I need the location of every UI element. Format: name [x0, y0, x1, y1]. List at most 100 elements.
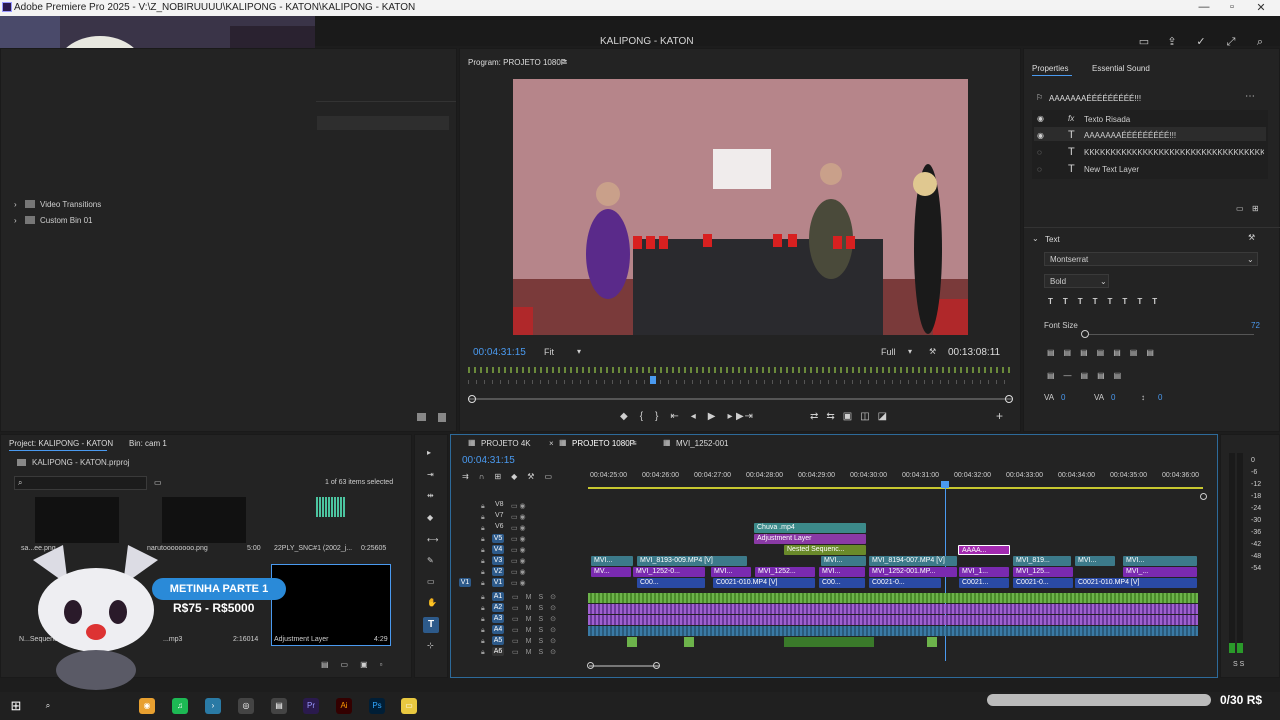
eye-icon[interactable]: ◉	[1037, 114, 1044, 123]
timeline-clip[interactable]: MVI_1252-001.MP...	[869, 567, 957, 577]
spotify-icon[interactable]: ♫	[172, 698, 188, 714]
track-target-a3[interactable]: A3	[492, 614, 504, 623]
type-tool-icon[interactable]: T	[423, 617, 439, 633]
track-select-icon[interactable]: ⇥	[427, 470, 434, 479]
track-eye-icons[interactable]: ▭ ◉ ▭ ◉ ▭ ◉ ▭ ◉ ▭ ◉ ▭ ◉ ▭ ◉ ▭ ◉	[511, 501, 526, 589]
scroll-handle-right[interactable]	[653, 662, 660, 669]
panel-menu-icon[interactable]: ≡	[632, 439, 637, 448]
play-icon[interactable]: ▶	[736, 411, 744, 422]
new-search-bin-icon[interactable]: ▭	[154, 478, 162, 487]
track-target-v2[interactable]: V2	[492, 567, 504, 576]
hand-icon[interactable]: ✋	[427, 598, 437, 607]
wrench-icon[interactable]: ⚒	[1248, 233, 1255, 242]
search-icon[interactable]: ⌕	[40, 698, 56, 714]
timeline-clip[interactable]: MVI_819...	[1013, 556, 1071, 566]
audio-clip-a5[interactable]	[927, 637, 937, 647]
timeline-clip[interactable]: MVI_1252-0...	[633, 567, 705, 577]
tree-item-video-transitions[interactable]: Video Transitions	[40, 200, 101, 209]
item-name[interactable]: Adjustment Layer	[274, 636, 328, 643]
track-target-a1[interactable]: A1	[492, 592, 504, 601]
audio-clip-a5[interactable]	[684, 637, 694, 647]
terminal-icon[interactable]: ›	[205, 698, 221, 714]
search-input[interactable]: ⌕	[14, 476, 147, 490]
timeline-clip[interactable]: C00...	[819, 578, 865, 588]
file-explorer-icon[interactable]: ▭	[401, 698, 417, 714]
timeline-clip[interactable]: MVI_1...	[959, 567, 1009, 577]
share-icon[interactable]: ⇪	[1166, 36, 1178, 48]
font-select[interactable]: Montserrat ⌄	[1044, 252, 1258, 266]
timeline-timecode[interactable]: 00:04:31:15	[462, 455, 515, 466]
layer-item[interactable]: Texto Risada	[1084, 115, 1130, 124]
close-tab-icon[interactable]: ×	[549, 439, 554, 448]
playhead-handle[interactable]	[941, 481, 949, 488]
project-panel-title[interactable]: Project: KALIPONG - KATON	[9, 439, 113, 448]
timeline-clip[interactable]: MVI...	[1123, 556, 1197, 566]
tree-item-custom-bin[interactable]: Custom Bin 01	[40, 216, 92, 225]
chrome-icon[interactable]: ◉	[139, 698, 155, 714]
timeline-clip[interactable]: Nested Sequenc...	[784, 545, 866, 555]
panel-menu-icon[interactable]: ≡	[562, 57, 567, 67]
ripple-edit-icon[interactable]: ⇹	[427, 491, 434, 500]
timeline-clip[interactable]: MVI...	[819, 567, 865, 577]
font-size-value[interactable]: 72	[1251, 321, 1260, 330]
timeline-clip[interactable]: C0021-0...	[869, 578, 941, 588]
audio-clip-a2[interactable]	[588, 604, 1198, 614]
timeline-clip[interactable]: C00...	[637, 578, 705, 588]
track-target-v1[interactable]: V1	[492, 578, 504, 587]
new-bin-icon[interactable]	[417, 413, 426, 421]
timeline-clip[interactable]: MVI...	[821, 556, 866, 566]
adjustment-layer-thumbnail[interactable]	[271, 564, 391, 646]
quality-select[interactable]: Full	[881, 347, 896, 357]
timeline-clip[interactable]: AAAA...	[958, 545, 1010, 555]
track-lock-icons[interactable]: 🔒︎ 🔒︎ 🔒︎ 🔒︎ 🔒︎ 🔒︎ 🔒︎ 🔒︎	[481, 501, 485, 589]
caption-tool-icon[interactable]: ⊹	[427, 641, 434, 650]
razor-icon[interactable]: ◆	[427, 513, 433, 522]
eye-off-icon[interactable]: ◌	[1037, 148, 1042, 157]
bin-tab[interactable]: Bin: cam 1	[129, 439, 167, 448]
program-timecode[interactable]: 00:04:31:15	[473, 347, 526, 358]
tab-essential-sound[interactable]: Essential Sound	[1092, 64, 1150, 73]
timeline-clip[interactable]: MVI...	[711, 567, 751, 577]
justify-buttons[interactable]: ▤—▤▤▤	[1047, 371, 1130, 380]
illustrator-icon[interactable]: Ai	[336, 698, 352, 714]
chevron-down-icon[interactable]: ▾	[908, 347, 912, 356]
photoshop-icon[interactable]: Ps	[369, 698, 385, 714]
timeline-clip[interactable]: MVI_8193-009.MP4 [V]	[637, 556, 747, 566]
timeline-tools[interactable]: ⇉∩⊞◆⚒▭	[462, 472, 562, 481]
chevron-down-icon[interactable]: ▾	[577, 347, 581, 356]
maximize-icon[interactable]: ▫	[1225, 1, 1239, 13]
timeline-clip[interactable]: MV...	[591, 567, 631, 577]
premiere-icon[interactable]: Pr	[303, 698, 319, 714]
audio-clip-a5[interactable]	[627, 637, 637, 647]
tracking-value[interactable]: 0	[1061, 393, 1065, 402]
track-target-a2[interactable]: A2	[492, 603, 504, 612]
app-icon[interactable]: ▤	[271, 698, 287, 714]
timeline-tab-mvi[interactable]: MVI_1252-001	[676, 439, 728, 448]
timeline-clip[interactable]: MVI_125...	[1013, 567, 1073, 577]
track-target-v4[interactable]: V4	[492, 545, 504, 554]
wrench-icon[interactable]: ⚒	[929, 347, 936, 356]
slider-handle[interactable]	[1081, 330, 1089, 338]
windows-start-icon[interactable]: ⊞	[8, 698, 24, 714]
timeline-clip[interactable]: C0021-010.MP4 [V]	[713, 578, 815, 588]
track-target-v3[interactable]: V3	[492, 556, 504, 565]
chevron-down-icon[interactable]: ⌄	[1032, 234, 1039, 243]
fullscreen-icon[interactable]: ⤢	[1225, 36, 1237, 48]
export-frame-icon[interactable]: ⇄⇆▣◫◪	[810, 411, 895, 422]
new-layer-icon[interactable]: ⊞	[1252, 204, 1259, 213]
tree-arrow-icon[interactable]: ›	[14, 200, 17, 209]
timeline-clip[interactable]: MVI...	[1075, 556, 1115, 566]
eye-icon[interactable]: ◉	[1037, 131, 1044, 140]
align-buttons[interactable]: ▤▤▤▤▤▤▤	[1047, 348, 1163, 357]
layer-item[interactable]: KKKKKKKKKKKKKKKKKKKKKKKKKKKKKKKKKKKKKKKK…	[1084, 148, 1264, 157]
rectangle-icon[interactable]: ▭	[427, 577, 435, 586]
minimize-icon[interactable]: —	[1197, 1, 1211, 13]
layer-item[interactable]: New Text Layer	[1084, 165, 1139, 174]
tab-properties[interactable]: Properties	[1032, 64, 1068, 73]
track-target-a5[interactable]: A5	[492, 636, 504, 645]
timeline-scrollbar[interactable]	[589, 665, 659, 667]
zoom-scrollbar[interactable]	[468, 398, 1012, 400]
check-icon[interactable]: ✓	[1195, 36, 1207, 48]
kerning-value[interactable]: 0	[1111, 393, 1115, 402]
layout-icon[interactable]: ▭	[1138, 36, 1150, 48]
